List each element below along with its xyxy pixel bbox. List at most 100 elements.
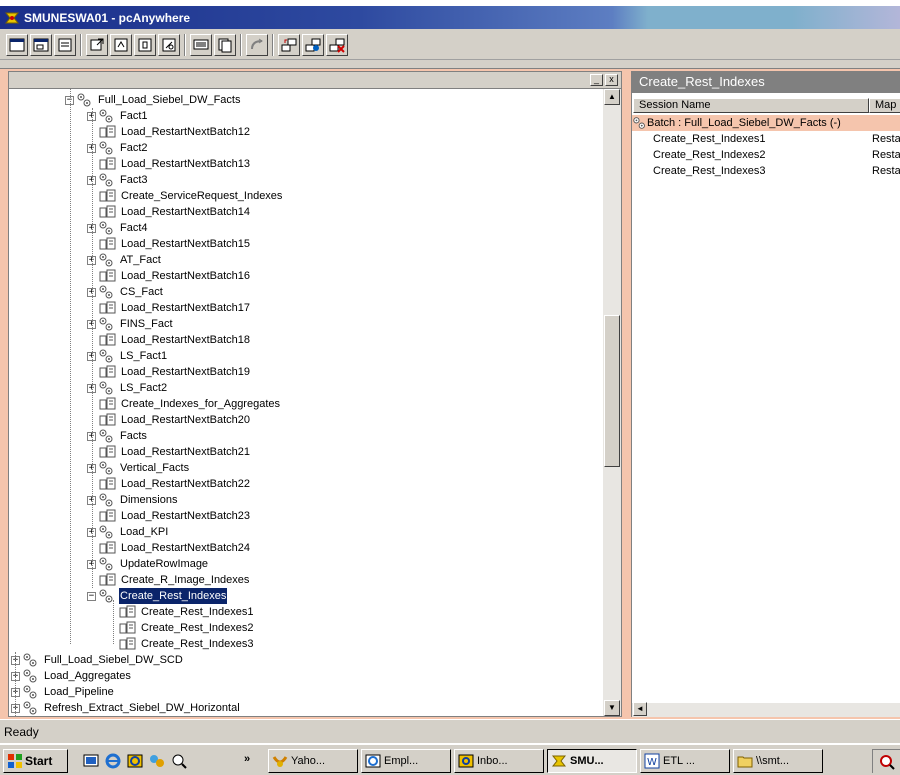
transfer-icon[interactable] (278, 34, 300, 56)
outlook-icon[interactable] (126, 752, 144, 770)
tree-node-batch[interactable]: + LS_Fact2 (87, 380, 168, 396)
start-button[interactable]: Start (3, 749, 68, 773)
tree-node-session[interactable]: Load_RestartNextBatch19 (99, 364, 251, 380)
tree-node-label: Load_Aggregates (44, 670, 131, 682)
tree-node-batch[interactable]: + Vertical_Facts (87, 460, 190, 476)
taskbar-button[interactable]: Inbo... (454, 749, 544, 773)
tree-node-session[interactable]: Load_RestartNextBatch22 (99, 476, 251, 492)
tree-node-session[interactable]: Load_RestartNextBatch18 (99, 332, 251, 348)
copy-icon[interactable] (214, 34, 236, 56)
tree-node-batch[interactable]: + AT_Fact (87, 252, 162, 268)
tree-node-session[interactable]: Create_Rest_Indexes1 (119, 604, 255, 620)
scroll-left-button[interactable]: ◄ (633, 702, 647, 716)
tree-node-batch[interactable]: + Fact1 (87, 108, 149, 124)
tree-node-batch[interactable]: + Fact3 (87, 172, 149, 188)
collapse-icon[interactable]: − (87, 591, 96, 601)
word-icon: W (644, 753, 663, 769)
status-text: Ready (4, 725, 39, 739)
folder-icon (737, 753, 756, 769)
tree-node-session[interactable]: Load_RestartNextBatch17 (99, 300, 251, 316)
system-tray (872, 749, 900, 773)
connect-icon[interactable] (302, 34, 324, 56)
column-header-map[interactable]: Map (869, 98, 900, 113)
session-icon (99, 397, 117, 411)
scroll-thumb[interactable] (604, 315, 620, 467)
paste-icon[interactable] (246, 34, 268, 56)
tree-node-session[interactable]: Create_ServiceRequest_Indexes (99, 188, 283, 204)
taskbar-button[interactable]: \\smt... (733, 749, 823, 773)
window-icon[interactable] (6, 34, 28, 56)
tree-node-session[interactable]: Create_Indexes_for_Aggregates (99, 396, 281, 412)
tree-node-label: Dimensions (120, 494, 178, 506)
tree-node-batch[interactable]: + Load_KPI (87, 524, 169, 540)
refresh-icon[interactable] (110, 34, 132, 56)
internet-explorer-icon[interactable] (104, 752, 122, 770)
tree-node-session[interactable]: Load_RestartNextBatch13 (99, 156, 251, 172)
taskbar-button[interactable]: W ETL ... (640, 749, 730, 773)
close-pane-button[interactable]: x (605, 74, 618, 86)
batch-icon (22, 669, 40, 683)
cut-icon[interactable] (158, 34, 180, 56)
desktop-icon[interactable] (82, 752, 100, 770)
info-icon[interactable] (134, 34, 156, 56)
tree-node-batch[interactable]: + UpdateRowImage (87, 556, 209, 572)
batch-icon (98, 317, 116, 331)
tree-node-session[interactable]: Load_RestartNextBatch20 (99, 412, 251, 428)
batch-icon (98, 173, 116, 187)
tree-node-session[interactable]: Load_RestartNextBatch14 (99, 204, 251, 220)
tree-node-batch[interactable]: + Facts (87, 428, 148, 444)
vertical-scrollbar[interactable]: ▲ ▼ (603, 89, 621, 716)
batch-icon (98, 557, 116, 571)
tree-node-label: FINS_Fact (120, 318, 173, 330)
scroll-up-button[interactable]: ▲ (604, 89, 620, 105)
batch-icon (98, 109, 116, 123)
tree-node-session[interactable]: Load_RestartNextBatch12 (99, 124, 251, 140)
tree-node-batch[interactable]: + Dimensions (87, 492, 178, 508)
move-icon[interactable] (86, 34, 108, 56)
network-icon[interactable] (148, 752, 166, 770)
minimize-pane-button[interactable]: _ (590, 74, 603, 86)
monitor-icon[interactable] (190, 34, 212, 56)
properties-icon[interactable] (54, 34, 76, 56)
taskbar-button[interactable]: SMU... (547, 749, 637, 773)
navigator-header: _ x (9, 72, 621, 89)
tree-node-session[interactable]: Create_Rest_Indexes2 (119, 620, 255, 636)
tree-node-session[interactable]: Load_RestartNextBatch23 (99, 508, 251, 524)
tree-node-batch[interactable]: + Load_Pipeline (11, 684, 115, 700)
window-restore-icon[interactable] (30, 34, 52, 56)
batch-icon (98, 525, 116, 539)
session-row[interactable]: Create_Rest_Indexes3 Resta (632, 163, 900, 179)
tree-node-label: Create_ServiceRequest_Indexes (121, 190, 283, 202)
horizontal-scrollbar[interactable]: ◄ (632, 702, 900, 717)
column-header-session-name[interactable]: Session Name (633, 98, 869, 113)
tree-node-session[interactable]: Create_Rest_Indexes3 (119, 636, 255, 652)
taskbar-overflow-chevron[interactable]: » (244, 753, 250, 765)
search-icon[interactable] (170, 752, 188, 770)
session-row[interactable]: Create_Rest_Indexes1 Resta (632, 131, 900, 147)
title-bar[interactable]: SMUNESWA01 - pcAnywhere (0, 6, 900, 29)
disconnect-icon[interactable] (326, 34, 348, 56)
tree-node-batch[interactable]: + Refresh_Extract_Siebel_DW_Horizontal (11, 700, 241, 716)
tree-node-session[interactable]: Load_RestartNextBatch16 (99, 268, 251, 284)
magnifier-tray-icon[interactable] (879, 754, 895, 770)
batch-group-row[interactable]: Batch : Full_Load_Siebel_DW_Facts (-) (632, 115, 900, 131)
navigator-pane: _ x − Full_Load_Siebel_DW_Facts + Fact1 Load… (8, 71, 622, 717)
tree-node-batch[interactable]: − Full_Load_Siebel_DW_Facts (65, 92, 241, 108)
tree-node-session[interactable]: Load_RestartNextBatch21 (99, 444, 251, 460)
tree-node-batch[interactable]: + CS_Fact (87, 284, 164, 300)
tree-node-session[interactable]: Load_RestartNextBatch24 (99, 540, 251, 556)
tree-node-batch[interactable]: − Create_Rest_Indexes (87, 587, 229, 605)
tree-node-batch[interactable]: + Fact4 (87, 220, 149, 236)
tree-node-batch[interactable]: + Load_Aggregates (11, 668, 132, 684)
tree-node-session[interactable]: Create_R_Image_Indexes (99, 572, 250, 588)
taskbar-button[interactable]: Yaho... (268, 749, 358, 773)
tree-node-session[interactable]: Load_RestartNextBatch15 (99, 236, 251, 252)
tree-node-batch[interactable]: + FINS_Fact (87, 316, 174, 332)
scroll-down-button[interactable]: ▼ (604, 700, 620, 716)
tree-node-batch[interactable]: + Fact2 (87, 140, 149, 156)
tree-node-batch[interactable]: + LS_Fact1 (87, 348, 168, 364)
session-row[interactable]: Create_Rest_Indexes2 Resta (632, 147, 900, 163)
taskbar-button[interactable]: Empl... (361, 749, 451, 773)
taskbar: Start » Yaho... Empl... Inbo... SMU... W ETL … (0, 744, 900, 775)
tree-node-batch[interactable]: + Full_Load_Siebel_DW_SCD (11, 652, 184, 668)
